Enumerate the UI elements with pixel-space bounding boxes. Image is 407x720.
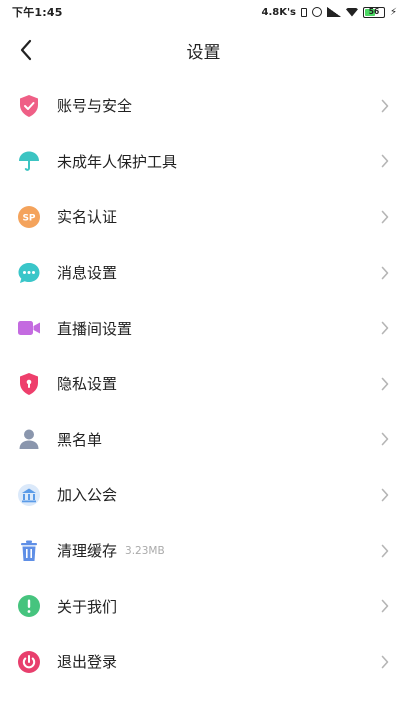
menu-item[interactable]: SP 实名认证 bbox=[0, 189, 407, 245]
status-icons: 4.8K's 56 ⚡ bbox=[261, 6, 397, 18]
menu-item-label: 黑名单 bbox=[57, 430, 103, 449]
menu-item[interactable]: 清理缓存 3.23MB bbox=[0, 523, 407, 579]
back-button[interactable] bbox=[12, 36, 40, 64]
menu-item[interactable]: 未成年人保护工具 bbox=[0, 134, 407, 190]
chevron-right-icon bbox=[379, 266, 391, 280]
menu-item-label: 直播间设置 bbox=[57, 319, 133, 338]
menu-item-label: 隐私设置 bbox=[57, 375, 118, 394]
chevron-right-icon bbox=[379, 377, 391, 391]
menu-item-label: 未成年人保护工具 bbox=[57, 152, 178, 171]
nav-bar: 设置 bbox=[0, 24, 407, 76]
menu-item[interactable]: 关于我们 bbox=[0, 578, 407, 634]
menu-item[interactable]: 黑名单 bbox=[0, 412, 407, 468]
menu-item-label: 退出登录 bbox=[57, 653, 118, 672]
chevron-right-icon bbox=[379, 210, 391, 224]
page-title: 设置 bbox=[186, 42, 221, 63]
chevron-right-icon bbox=[379, 154, 391, 168]
lock-shield-icon bbox=[17, 372, 41, 396]
network-speed: 4.8K's bbox=[261, 6, 296, 18]
menu-item[interactable]: 账号与安全 bbox=[0, 78, 407, 134]
menu-item-label: 关于我们 bbox=[57, 597, 118, 616]
signal-icon bbox=[326, 7, 341, 17]
battery-level: 56 bbox=[368, 6, 380, 16]
menu-item-label: 加入公会 bbox=[57, 486, 118, 505]
id-badge-icon: SP bbox=[17, 205, 41, 229]
guild-building-icon bbox=[17, 483, 41, 507]
menu-item-label: 消息设置 bbox=[57, 264, 118, 283]
video-camera-icon bbox=[17, 316, 41, 340]
alarm-icon bbox=[311, 7, 322, 17]
chevron-left-icon bbox=[20, 39, 32, 61]
svg-text:SP: SP bbox=[22, 213, 35, 223]
menu-item-label: 清理缓存 bbox=[57, 542, 118, 561]
menu-item[interactable]: 加入公会 bbox=[0, 467, 407, 523]
menu-item[interactable]: 退出登录 bbox=[0, 634, 407, 690]
menu-item-label: 账号与安全 bbox=[57, 97, 133, 116]
settings-menu: 账号与安全未成年人保护工具 SP 实名认证消息设置直播间设置隐私设置黑名单加入公会清… bbox=[0, 78, 407, 690]
umbrella-icon bbox=[17, 149, 41, 173]
chevron-right-icon bbox=[379, 655, 391, 669]
shield-check-icon bbox=[17, 94, 41, 118]
wifi-icon bbox=[345, 7, 358, 17]
cache-size: 3.23MB bbox=[125, 544, 165, 557]
info-icon bbox=[17, 594, 41, 618]
user-block-icon bbox=[17, 427, 41, 451]
menu-item[interactable]: 隐私设置 bbox=[0, 356, 407, 412]
charging-icon: ⚡ bbox=[389, 6, 397, 18]
chevron-right-icon bbox=[379, 432, 391, 446]
trash-icon bbox=[17, 539, 41, 563]
status-time: 下午1:45 bbox=[12, 6, 63, 19]
chevron-right-icon bbox=[379, 99, 391, 113]
chevron-right-icon bbox=[379, 488, 391, 502]
menu-item[interactable]: 消息设置 bbox=[0, 245, 407, 301]
battery-icon: 56 bbox=[362, 6, 385, 18]
status-bar: 下午1:45 4.8K's 56 ⚡ bbox=[0, 0, 407, 24]
chevron-right-icon bbox=[379, 544, 391, 558]
chat-bubble-icon bbox=[17, 261, 41, 285]
chevron-right-icon bbox=[379, 599, 391, 613]
vibrate-icon bbox=[300, 7, 307, 17]
menu-item[interactable]: 直播间设置 bbox=[0, 300, 407, 356]
menu-item-label: 实名认证 bbox=[57, 208, 118, 227]
power-icon bbox=[17, 650, 41, 674]
chevron-right-icon bbox=[379, 321, 391, 335]
